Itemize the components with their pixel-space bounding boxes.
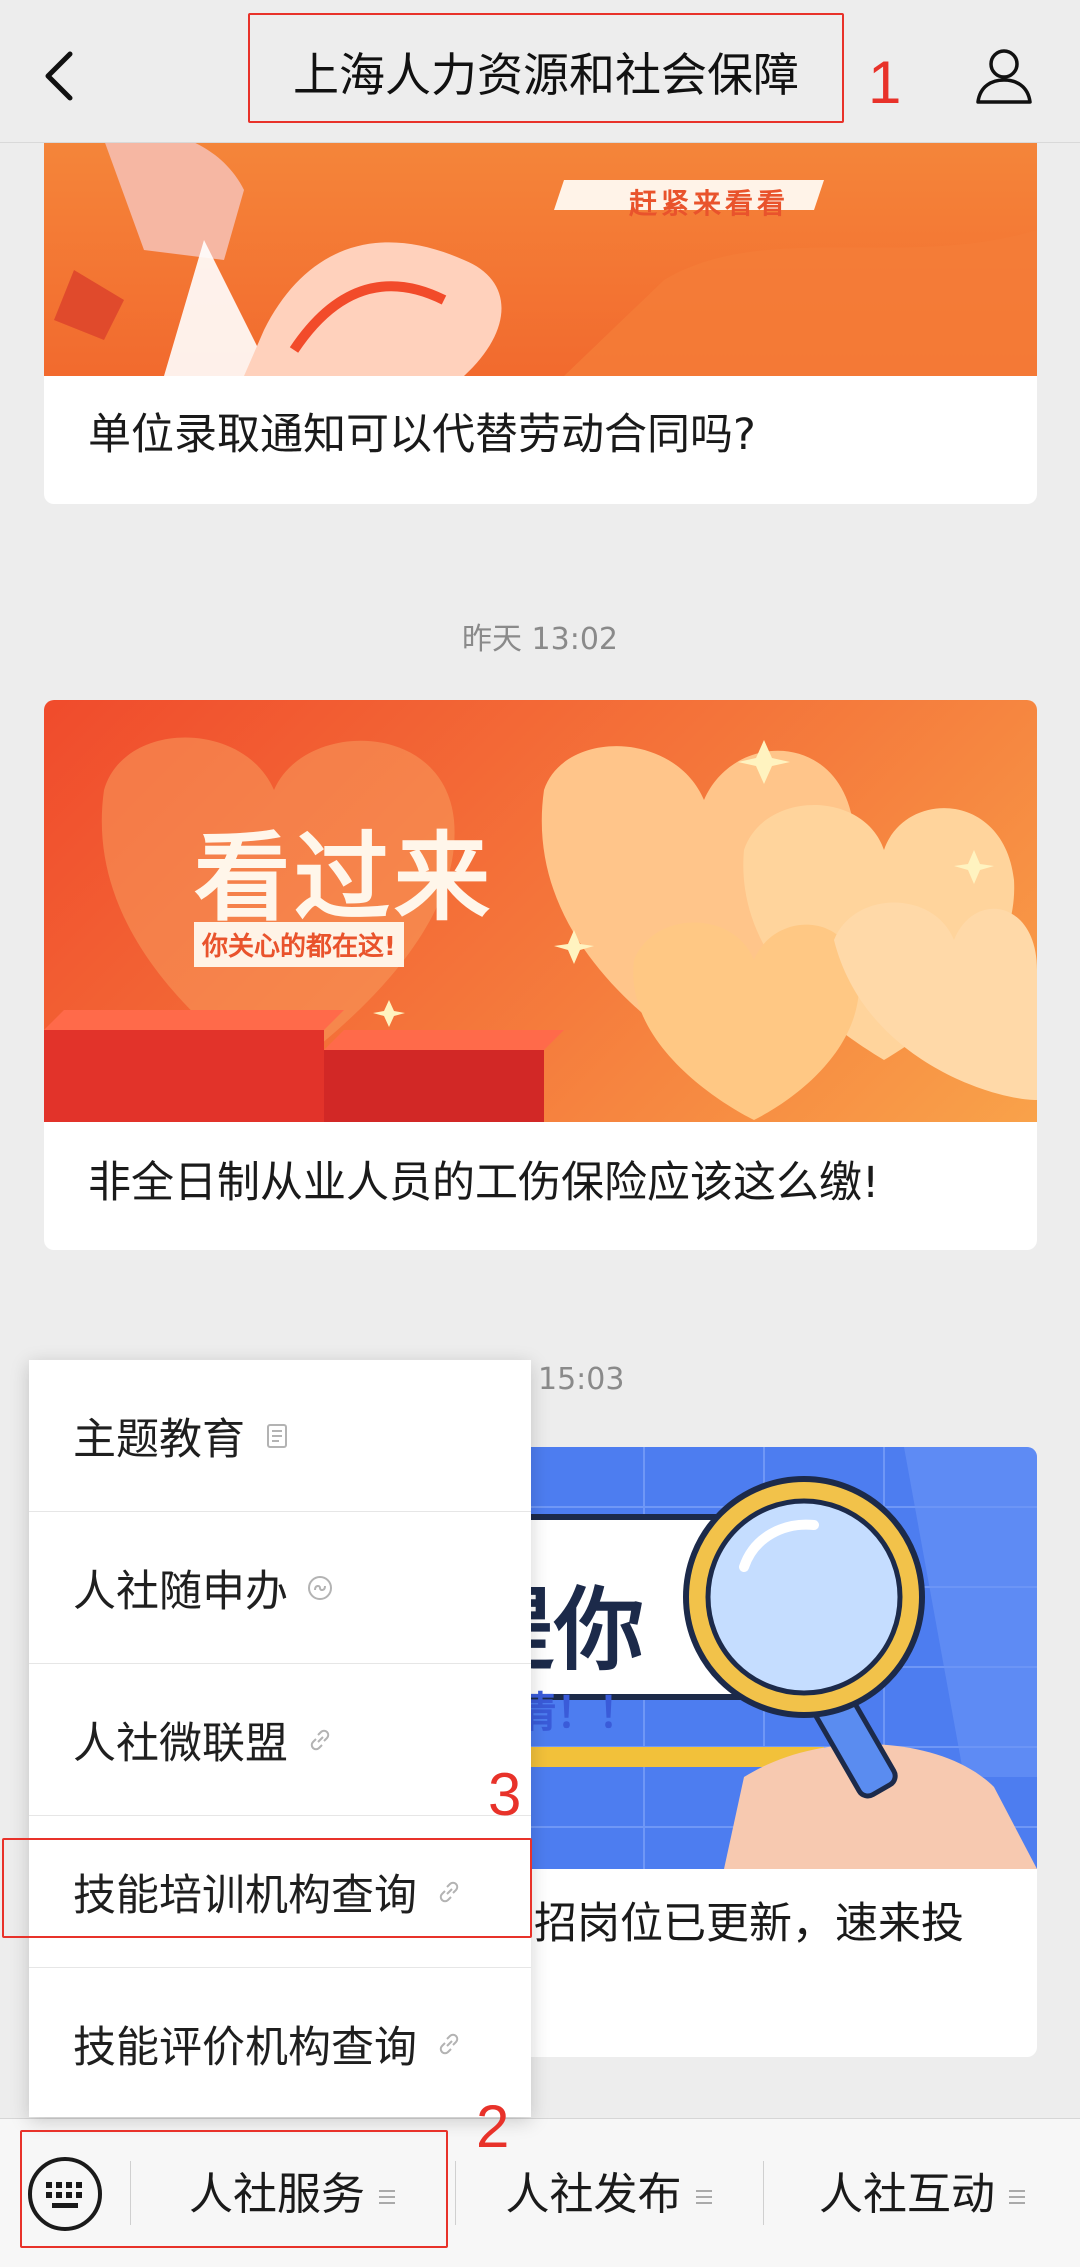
tab-renshe-interaction[interactable]: 人社互动 (764, 2119, 1080, 2267)
link-icon (439, 2033, 459, 2055)
menu-item-skill-training-query[interactable]: 技能培训机构查询 (29, 1816, 531, 1968)
menu-lines-icon (695, 2190, 712, 2204)
annotation-number-1: 1 (868, 49, 902, 116)
menu-item-renshe-alliance[interactable]: 人社微联盟 (29, 1664, 531, 1816)
tab-label: 人社服务 (189, 2169, 365, 2220)
banner-text: 赶紧来看看 (629, 187, 790, 220)
tab-renshe-service[interactable]: 人社服务 (131, 2119, 453, 2267)
article-banner: 看过来 你关心的都在这! (44, 700, 1037, 1122)
menu-item-label: 人社随申办 (73, 1566, 288, 1617)
article-icon (267, 1423, 287, 1448)
menu-item-label: 技能培训机构查询 (73, 1870, 417, 1921)
keyboard-icon (28, 2157, 102, 2231)
message-timestamp: 15:03 (538, 1362, 625, 1397)
banner-subheadline: 你关心的都在这! (194, 922, 404, 967)
link-icon (310, 1729, 330, 1750)
menu-item-label: 主题教育 (73, 1414, 245, 1465)
article-card[interactable]: 看过来 你关心的都在这! 非全日制从业人员的工伤保险应该这么缴! (44, 700, 1037, 1250)
menu-item-theme-education[interactable]: 主题教育 (29, 1360, 531, 1512)
chevron-left-icon (45, 51, 73, 101)
menu-item-skill-evaluation-query[interactable]: 技能评价机构查询 (29, 1968, 531, 2120)
banner-subheadline: 情！！ (514, 1688, 641, 1737)
article-title: 单位录取通知可以代替劳动合同吗? (88, 410, 756, 460)
menu-lines-icon (379, 2190, 395, 2204)
nav-header: 上海人力资源和社会保障 (0, 0, 1080, 143)
menu-item-rensheshuishenban[interactable]: 人社随申办 (29, 1512, 531, 1664)
profile-button[interactable] (972, 44, 1036, 108)
annotation-number-3: 3 (488, 1761, 522, 1828)
keyboard-toggle-button[interactable] (26, 2155, 104, 2233)
person-icon (976, 49, 1032, 104)
article-card[interactable]: 赶紧来看看 单位录取通知可以代替劳动合同吗? (44, 100, 1037, 504)
miniprogram-icon (308, 1575, 332, 1600)
back-button[interactable] (38, 44, 86, 108)
hearts-illustration (44, 737, 1037, 1122)
annotation-number-2: 2 (476, 2093, 510, 2160)
link-icon (439, 1881, 459, 1902)
bottom-menu-bar: 人社服务 人社发布 人社互动 (0, 2118, 1080, 2267)
service-submenu: 主题教育 人社随申办 人社微联盟 技能培训机构查询 技能评价机构查询 (29, 1360, 531, 2117)
menu-item-label: 技能评价机构查询 (73, 2023, 417, 2073)
tab-label: 人社发布 (505, 2169, 682, 2220)
banner-headline: 看过来 (194, 822, 494, 934)
menu-lines-icon (1009, 2190, 1025, 2204)
message-timestamp: 昨天 13:02 (462, 622, 618, 657)
menu-item-label: 人社微联盟 (73, 1718, 288, 1769)
page-title: 上海人力资源和社会保障 (293, 48, 799, 102)
article-title: 非全日制从业人员的工伤保险应该这么缴! (88, 1158, 880, 1208)
tab-label: 人社互动 (819, 2169, 995, 2220)
